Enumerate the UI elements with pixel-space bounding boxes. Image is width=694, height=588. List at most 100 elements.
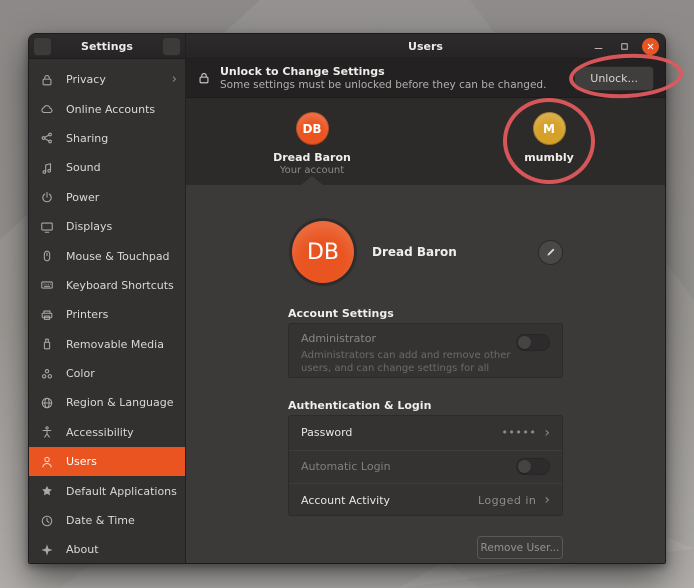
titlebar[interactable]: Users — [186, 34, 665, 59]
sidebar-item-label: Users — [66, 455, 177, 468]
sidebar-item-about[interactable]: About — [29, 535, 185, 564]
sidebar-item-label: Default Applications — [66, 485, 177, 498]
administrator-row: Administrator Administrators can add and… — [289, 324, 562, 378]
authentication-login-header: Authentication & Login — [288, 399, 563, 412]
row-label: Password — [301, 426, 501, 439]
password-row[interactable]: Password••••• › — [289, 416, 562, 450]
edit-name-button[interactable] — [538, 240, 563, 265]
unlock-button[interactable]: Unlock... — [574, 66, 654, 91]
sidebar-item-label: Region & Language — [66, 396, 177, 409]
sidebar-item-online-accounts[interactable]: Online Accounts — [29, 94, 185, 123]
main-panel: Users Unlock to Change Settings Some set… — [186, 34, 665, 564]
sidebar-item-default-applications[interactable]: Default Applications — [29, 476, 185, 505]
close-button[interactable] — [642, 38, 659, 55]
sidebar-item-label: Keyboard Shortcuts — [66, 279, 177, 292]
usb-icon — [40, 337, 54, 351]
administrator-toggle[interactable] — [516, 334, 550, 351]
sidebar-item-label: About — [66, 543, 177, 556]
automatic-login-row[interactable]: Automatic Login — [289, 450, 562, 484]
sidebar-item-label: Privacy — [66, 73, 172, 86]
window-controls — [590, 34, 659, 59]
lock-icon — [40, 73, 54, 87]
globe-icon — [40, 396, 54, 410]
unlock-bar: Unlock to Change Settings Some settings … — [186, 59, 665, 98]
sidebar-item-label: Mouse & Touchpad — [66, 250, 177, 263]
user-carousel: DBDread BaronYour account Mmumbly — [186, 98, 665, 185]
display-icon — [40, 220, 54, 234]
user-name: mumbly — [489, 151, 609, 164]
sidebar-item-label: Sharing — [66, 132, 177, 145]
star-icon — [40, 484, 54, 498]
user-icon — [40, 455, 54, 469]
sidebar-item-label: Accessibility — [66, 426, 177, 439]
sidebar-item-label: Removable Media — [66, 338, 177, 351]
sidebar-item-label: Color — [66, 367, 177, 380]
sidebar-title: Settings — [52, 40, 162, 53]
sidebar: Settings Privacy› Online Accounts Sharing S… — [29, 34, 186, 564]
sidebar-item-label: Online Accounts — [66, 103, 177, 116]
sidebar-item-power[interactable]: Power — [29, 183, 185, 212]
unlock-text: Unlock to Change Settings Some settings … — [220, 65, 574, 91]
keyboard-icon — [40, 278, 54, 292]
sidebar-item-keyboard-shortcuts[interactable]: Keyboard Shortcuts — [29, 271, 185, 300]
toggle-knob — [518, 336, 531, 349]
menu-button[interactable] — [162, 37, 181, 56]
sidebar-item-accessibility[interactable]: Accessibility — [29, 418, 185, 447]
user-avatar[interactable]: DB — [296, 112, 329, 145]
printer-icon — [40, 308, 54, 322]
search-button[interactable] — [33, 37, 52, 56]
clock-icon — [40, 514, 54, 528]
carousel-user-dread-baron[interactable]: DBDread BaronYour account — [252, 112, 372, 176]
sidebar-item-region-language[interactable]: Region & Language — [29, 388, 185, 417]
sidebar-item-mouse-touchpad[interactable]: Mouse & Touchpad — [29, 241, 185, 270]
administrator-label: Administrator — [301, 332, 550, 345]
remove-user-button[interactable]: Remove User... — [477, 536, 563, 559]
unlock-title: Unlock to Change Settings — [220, 65, 574, 79]
minimize-button[interactable] — [590, 38, 607, 55]
account-activity-row[interactable]: Account ActivityLogged in › — [289, 483, 562, 516]
sidebar-item-label: Displays — [66, 220, 177, 233]
automatic-login-toggle[interactable] — [516, 458, 550, 475]
sidebar-item-sharing[interactable]: Sharing — [29, 124, 185, 153]
sidebar-item-list: Privacy› Online Accounts Sharing Sound Power… — [29, 59, 185, 564]
account-settings-header: Account Settings — [288, 307, 563, 320]
sidebar-item-date-time[interactable]: Date & Time — [29, 506, 185, 535]
user-avatar[interactable]: M — [533, 112, 566, 145]
profile-avatar[interactable]: DB — [292, 221, 354, 283]
sidebar-item-color[interactable]: Color — [29, 359, 185, 388]
sidebar-item-removable-media[interactable]: Removable Media — [29, 330, 185, 359]
accessibility-icon — [40, 425, 54, 439]
row-label: Account Activity — [301, 494, 478, 507]
cloud-icon — [40, 102, 54, 116]
account-settings-card: Administrator Administrators can add and… — [288, 323, 563, 378]
share-icon — [40, 131, 54, 145]
profile-name: Dread Baron — [372, 245, 538, 259]
sidebar-item-label: Date & Time — [66, 514, 177, 527]
profile-row: DB Dread Baron — [288, 221, 563, 283]
row-value: ••••• — [501, 426, 536, 439]
selected-user-caret — [301, 176, 323, 185]
user-subtitle: Your account — [252, 165, 372, 176]
chevron-right-icon: › — [172, 73, 177, 86]
window-title: Users — [408, 40, 443, 53]
authentication-login-card: Password••••• › Automatic Login Account Act… — [288, 415, 563, 516]
chevron-right-icon: › — [544, 493, 550, 507]
chevron-right-icon: › — [544, 426, 550, 440]
user-settings-content: DB Dread Baron Account Settings Administ… — [186, 185, 665, 564]
maximize-button[interactable] — [616, 38, 633, 55]
sidebar-item-printers[interactable]: Printers — [29, 300, 185, 329]
unlock-subtitle: Some settings must be unlocked before th… — [220, 79, 574, 92]
color-icon — [40, 367, 54, 381]
carousel-user-mumbly[interactable]: Mmumbly — [489, 112, 609, 164]
about-icon — [40, 543, 54, 557]
sidebar-item-label: Power — [66, 191, 177, 204]
row-value: Logged in — [478, 494, 536, 507]
sidebar-item-privacy[interactable]: Privacy› — [29, 65, 185, 94]
row-label: Automatic Login — [301, 460, 516, 473]
sidebar-item-users[interactable]: Users — [29, 447, 185, 476]
lock-icon — [197, 71, 211, 85]
sidebar-item-sound[interactable]: Sound — [29, 153, 185, 182]
sidebar-item-displays[interactable]: Displays — [29, 212, 185, 241]
mouse-icon — [40, 249, 54, 263]
sound-icon — [40, 161, 54, 175]
